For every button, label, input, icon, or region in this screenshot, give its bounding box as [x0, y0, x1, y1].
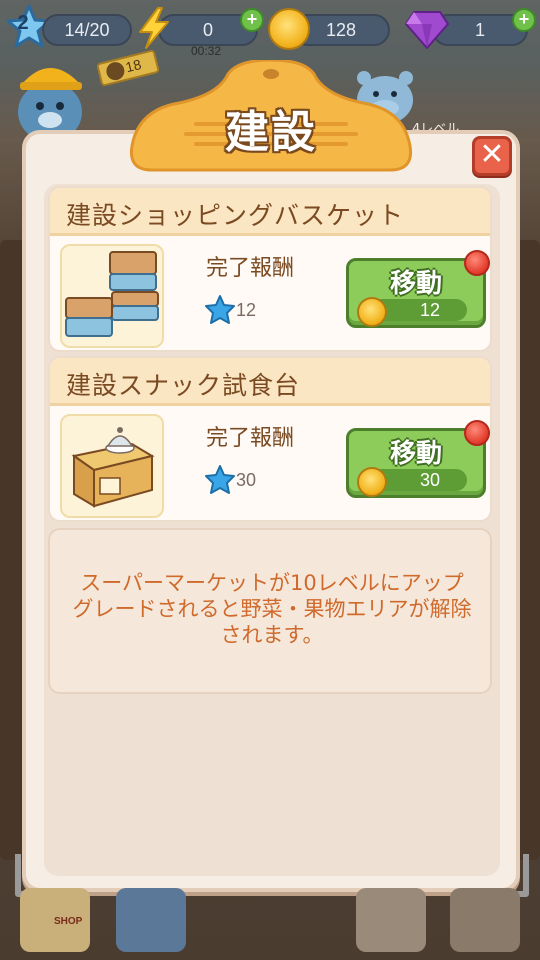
reward-label: 完了報酬	[206, 256, 295, 281]
tasting-table-icon	[71, 427, 155, 508]
move-cost: 12	[419, 300, 441, 320]
xp-value: 14/20	[64, 19, 110, 40]
unlock-info-box: スーパーマーケットが10レベルにアップグレードされると野菜・果物エリアが解除され…	[48, 528, 492, 694]
reward-label: 完了報酬	[206, 426, 295, 451]
task-title: 建設スナック試食台	[66, 371, 301, 400]
unlock-info-text: スーパーマーケットが10レベルにアップグレードされると野菜・果物エリアが解除され…	[72, 571, 472, 647]
move-button-label: 移動	[389, 439, 442, 469]
xp-counter: 14/20	[42, 14, 132, 46]
coin-icon	[357, 467, 387, 497]
notification-dot	[464, 250, 490, 276]
move-cost: 30	[419, 470, 441, 490]
star-icon	[205, 465, 235, 494]
snack-table-thumbnail	[60, 414, 164, 518]
tools-button[interactable]	[450, 888, 520, 952]
notification-dot	[464, 420, 490, 446]
reward-stars: 30	[236, 470, 257, 490]
task-card-snack-tasting-table: 建設スナック試食台 完了報酬 30 移動 30	[48, 356, 492, 522]
shopping-basket-thumbnail	[60, 244, 164, 348]
energy-timer: 00:32	[190, 44, 222, 58]
dialog-title: 建設	[225, 107, 317, 158]
reward-stars: 12	[236, 300, 257, 320]
task-title: 建設ショッピングバスケット	[66, 201, 405, 230]
backpack-button[interactable]	[116, 888, 186, 952]
coin-value: 128	[325, 19, 357, 40]
bottom-nav-bar: SHOP	[0, 880, 540, 960]
task-card-shopping-basket: 建設ショッピングバスケット 完了報酬 12 移動 12	[48, 186, 492, 352]
player-level: 2	[17, 11, 29, 34]
energy-value: 0	[202, 19, 213, 40]
gem-icon	[405, 11, 449, 49]
move-button-label: 移動	[389, 269, 442, 299]
shop-button[interactable]: SHOP	[20, 888, 90, 952]
task-card-header: 建設スナック試食台	[50, 358, 490, 406]
lightning-icon	[139, 7, 169, 49]
energy-plus-button[interactable]: +	[240, 8, 264, 32]
star-icon	[205, 295, 235, 324]
task-card-header: 建設ショッピングバスケット	[50, 188, 490, 236]
shop-label: SHOP	[54, 916, 83, 927]
top-hud: 2 14/20 0 + 00:32 128 1 +	[0, 0, 540, 60]
gem-plus-button[interactable]: +	[512, 8, 536, 32]
basket-stack-icon	[65, 251, 159, 337]
close-button[interactable]: ✕	[472, 136, 512, 176]
coin-icon	[268, 8, 310, 50]
book-button[interactable]	[356, 888, 426, 952]
gem-value: 1	[474, 19, 485, 40]
coin-icon	[357, 297, 387, 327]
